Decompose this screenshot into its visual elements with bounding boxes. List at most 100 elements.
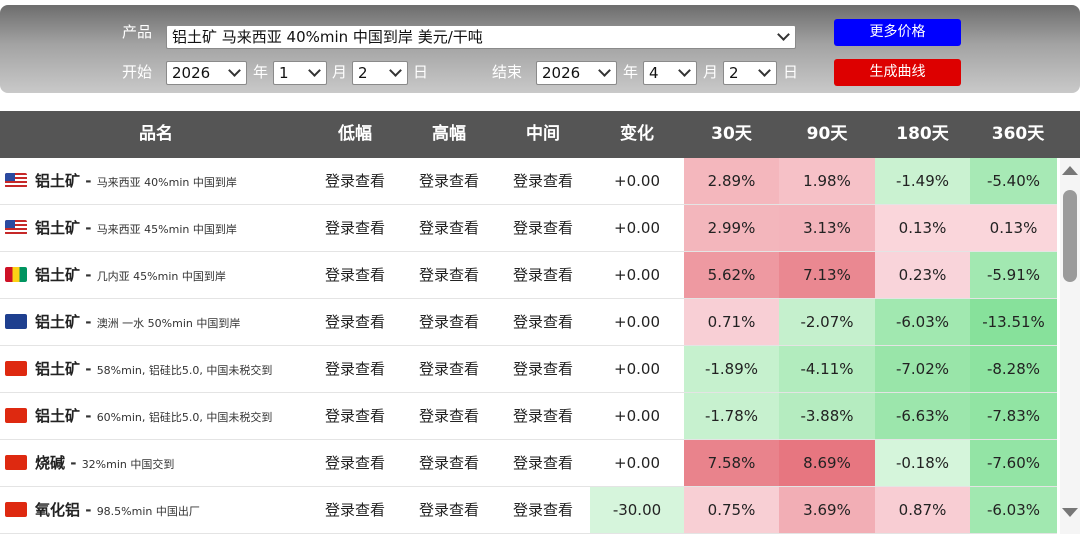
change-30d-cell: 7.58% xyxy=(684,440,779,486)
end-month-select[interactable]: 4 xyxy=(643,61,697,85)
scroll-down-arrow-icon[interactable] xyxy=(1062,508,1078,517)
product-description: 马来西亚 45%min 中国到岸 xyxy=(96,223,237,236)
mid-cell[interactable]: 登录查看 xyxy=(496,487,590,533)
scroll-up-arrow-icon[interactable] xyxy=(1062,166,1078,175)
change-30d-cell: 2.99% xyxy=(684,205,779,251)
product-select[interactable]: 铝土矿 马来西亚 40%min 中国到岸 美元/干吨 xyxy=(166,25,796,49)
start-year-select[interactable]: 2026 xyxy=(166,61,247,85)
generate-curve-button[interactable]: 生成曲线 xyxy=(834,59,961,86)
start-month-select[interactable]: 1 xyxy=(273,61,327,85)
mid-cell[interactable]: 登录查看 xyxy=(496,346,590,392)
start-day-value: 2 xyxy=(358,64,368,82)
start-year-value: 2026 xyxy=(172,64,211,82)
change-180d-cell: -7.02% xyxy=(875,346,970,392)
change-90d-cell: 8.69% xyxy=(779,440,875,486)
product-description: 98.5%min 中国出厂 xyxy=(96,505,200,518)
start-day-select[interactable]: 2 xyxy=(352,61,408,85)
mid-cell[interactable]: 登录查看 xyxy=(496,393,590,439)
change-cell: +0.00 xyxy=(614,266,660,284)
product-name-cell[interactable]: 铝土矿 - 澳洲 一水 50%min 中国到岸 xyxy=(0,299,320,345)
col-header-low: 低幅 xyxy=(338,124,372,144)
table-row[interactable]: 铝土矿 - 澳洲 一水 50%min 中国到岸登录查看登录查看登录查看+0.00… xyxy=(0,299,1057,346)
high-cell[interactable]: 登录查看 xyxy=(402,252,496,298)
low-cell[interactable]: 登录查看 xyxy=(308,393,402,439)
product-name-cell[interactable]: 铝土矿 - 60%min, 铝硅比5.0, 中国未税交到 xyxy=(0,393,320,439)
change-180d-cell: -1.49% xyxy=(875,158,970,204)
product-title: 铝土矿 xyxy=(35,172,81,190)
table-row[interactable]: 氧化铝 - 98.5%min 中国出厂登录查看登录查看登录查看-30.000.7… xyxy=(0,487,1057,534)
change-90d-cell: 1.98% xyxy=(779,158,875,204)
product-name: 烧碱 - 32%min 中国交到 xyxy=(35,454,175,472)
product-name-cell[interactable]: 烧碱 - 32%min 中国交到 xyxy=(0,440,320,486)
high-cell[interactable]: 登录查看 xyxy=(402,205,496,251)
low-cell[interactable]: 登录查看 xyxy=(308,440,402,486)
high-cell[interactable]: 登录查看 xyxy=(402,393,496,439)
product-label: 产品 xyxy=(122,23,153,41)
end-year-select[interactable]: 2026 xyxy=(536,61,617,85)
chevron-down-icon xyxy=(678,64,691,77)
mid-cell[interactable]: 登录查看 xyxy=(496,299,590,345)
table-scrollbar[interactable] xyxy=(1060,158,1080,534)
high-cell[interactable]: 登录查看 xyxy=(402,158,496,204)
year-unit: 年 xyxy=(623,63,639,81)
mid-cell[interactable]: 登录查看 xyxy=(496,158,590,204)
flag-us-icon xyxy=(5,173,27,188)
change-cell: +0.00 xyxy=(614,172,660,190)
flag-us-icon xyxy=(5,220,27,235)
high-cell[interactable]: 登录查看 xyxy=(402,299,496,345)
table-row[interactable]: 铝土矿 - 几内亚 45%min 中国到岸 登录查看 登录查看 登录查看 +0.00 5.… xyxy=(0,252,1057,299)
product-name-cell[interactable]: 氧化铝 - 98.5%min 中国出厂 xyxy=(0,487,320,533)
low-cell[interactable]: 登录查看 xyxy=(308,346,402,392)
product-title: 铝土矿 xyxy=(35,313,81,331)
change-360d-cell: -7.83% xyxy=(970,393,1057,439)
high-cell[interactable]: 登录查看 xyxy=(402,440,496,486)
change-90d-cell: 7.13% xyxy=(779,252,875,298)
month-unit: 月 xyxy=(332,63,348,81)
change-90d-cell: -3.88% xyxy=(779,393,875,439)
day-unit: 日 xyxy=(413,63,429,81)
day-unit: 日 xyxy=(783,63,799,81)
low-cell[interactable]: 登录查看 xyxy=(308,205,402,251)
product-name: 铝土矿 - 60%min, 铝硅比5.0, 中国未税交到 xyxy=(35,407,273,425)
change-90d-cell: 3.69% xyxy=(779,487,875,533)
scrollbar-thumb[interactable] xyxy=(1063,190,1077,282)
table-row[interactable]: 铝土矿 - 58%min, 铝硅比5.0, 中国未税交到登录查看登录查看登录查看… xyxy=(0,346,1057,393)
product-description: 澳洲 一水 50%min 中国到岸 xyxy=(96,317,241,330)
col-header-mid: 中间 xyxy=(526,124,560,144)
low-cell[interactable]: 登录查看 xyxy=(308,158,402,204)
product-title: 铝土矿 xyxy=(35,219,81,237)
product-description: 几内亚 45%min 中国到岸 xyxy=(96,270,226,283)
more-prices-button[interactable]: 更多价格 xyxy=(834,19,961,46)
table-row[interactable]: 铝土矿 - 60%min, 铝硅比5.0, 中国未税交到登录查看登录查看登录查看… xyxy=(0,393,1057,440)
mid-cell[interactable]: 登录查看 xyxy=(496,440,590,486)
end-day-select[interactable]: 2 xyxy=(723,61,777,85)
month-unit: 月 xyxy=(703,63,719,81)
product-name-cell[interactable]: 铝土矿 - 马来西亚 45%min 中国到岸 xyxy=(0,205,320,251)
chevron-down-icon xyxy=(758,64,771,77)
mid-cell[interactable]: 登录查看 xyxy=(496,252,590,298)
change-360d-cell: -13.51% xyxy=(970,299,1057,345)
table-row[interactable]: 铝土矿 - 马来西亚 40%min 中国到岸 登录查看 登录查看 登录查看 +0.00 2… xyxy=(0,158,1057,205)
mid-cell[interactable]: 登录查看 xyxy=(496,205,590,251)
product-select-value: 铝土矿 马来西亚 40%min 中国到岸 美元/干吨 xyxy=(172,28,483,46)
table-row[interactable]: 烧碱 - 32%min 中国交到登录查看登录查看登录查看+0.007.58%8.… xyxy=(0,440,1057,487)
product-title: 铝土矿 xyxy=(35,266,81,284)
low-cell[interactable]: 登录查看 xyxy=(308,252,402,298)
year-unit: 年 xyxy=(253,63,269,81)
product-name-cell[interactable]: 铝土矿 - 马来西亚 40%min 中国到岸 xyxy=(0,158,320,204)
change-360d-cell: -5.40% xyxy=(970,158,1057,204)
change-180d-cell: -6.63% xyxy=(875,393,970,439)
product-name-cell[interactable]: 铝土矿 - 几内亚 45%min 中国到岸 xyxy=(0,252,320,298)
change-360d-cell: -6.03% xyxy=(970,487,1057,533)
low-cell[interactable]: 登录查看 xyxy=(308,299,402,345)
flag-au-icon xyxy=(5,314,27,329)
end-label: 结束 xyxy=(492,63,523,81)
high-cell[interactable]: 登录查看 xyxy=(402,346,496,392)
table-header: 品名 低幅 高幅 中间 变化 30天 90天 180天 360天 xyxy=(0,111,1080,158)
col-header-high: 高幅 xyxy=(432,124,466,144)
low-cell[interactable]: 登录查看 xyxy=(308,487,402,533)
table-row[interactable]: 铝土矿 - 马来西亚 45%min 中国到岸 登录查看 登录查看 登录查看 +0.00 2… xyxy=(0,205,1057,252)
end-month-value: 4 xyxy=(649,64,659,82)
high-cell[interactable]: 登录查看 xyxy=(402,487,496,533)
product-name-cell[interactable]: 铝土矿 - 58%min, 铝硅比5.0, 中国未税交到 xyxy=(0,346,320,392)
